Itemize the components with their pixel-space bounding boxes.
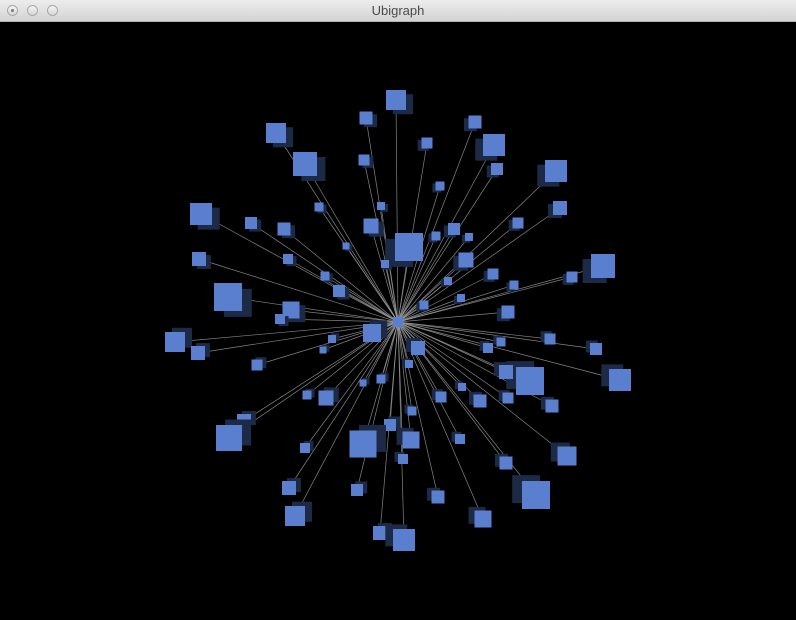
graph-node[interactable] xyxy=(508,217,524,231)
graph-node[interactable] xyxy=(494,453,513,470)
graph-node[interactable] xyxy=(468,506,492,528)
graph-node[interactable] xyxy=(266,123,293,148)
graph-node[interactable] xyxy=(300,440,314,453)
graph-viewport xyxy=(165,90,631,551)
graph-node[interactable] xyxy=(463,115,482,132)
graph-edge xyxy=(356,321,399,491)
node-layer xyxy=(165,90,631,551)
app-window: Ubigraph xyxy=(0,0,796,620)
graph-node[interactable] xyxy=(328,333,339,343)
graph-node[interactable] xyxy=(431,389,447,403)
graph-node[interactable] xyxy=(394,451,409,464)
graph-node[interactable] xyxy=(358,154,374,168)
graph-node[interactable] xyxy=(496,305,515,322)
graph-node[interactable] xyxy=(282,478,301,495)
graph-node[interactable] xyxy=(251,357,267,371)
graph-node[interactable] xyxy=(359,111,378,128)
graph-node[interactable] xyxy=(285,501,312,526)
graph-edge xyxy=(304,163,399,323)
graph-node[interactable] xyxy=(293,152,326,182)
graph-node[interactable] xyxy=(550,442,577,466)
graph-edge xyxy=(395,99,399,323)
graph-node[interactable] xyxy=(540,396,559,413)
graph-node[interactable] xyxy=(402,358,413,368)
graph-node[interactable] xyxy=(406,338,425,355)
graph-node[interactable] xyxy=(318,387,339,406)
graph-node[interactable] xyxy=(165,327,192,352)
graph-node[interactable] xyxy=(363,320,388,342)
graph-node[interactable] xyxy=(385,233,423,267)
graph-node[interactable] xyxy=(385,524,415,551)
window-title: Ubigraph xyxy=(371,3,425,18)
graph-node[interactable] xyxy=(342,242,353,252)
graph-edge xyxy=(397,276,573,323)
graph-hub-node[interactable] xyxy=(393,317,403,327)
graph-node[interactable] xyxy=(540,331,556,345)
graph-node[interactable] xyxy=(319,344,330,354)
graph-node[interactable] xyxy=(562,271,578,285)
graph-node[interactable] xyxy=(468,391,487,408)
graph-node[interactable] xyxy=(283,254,297,267)
graph-node[interactable] xyxy=(396,427,420,449)
graph-node[interactable] xyxy=(548,201,567,218)
graph-node[interactable] xyxy=(416,300,429,312)
graph-node[interactable] xyxy=(582,254,615,284)
graph-node[interactable] xyxy=(302,388,315,400)
graph-node[interactable] xyxy=(245,217,262,232)
graph-node[interactable] xyxy=(585,340,602,355)
graph-node[interactable] xyxy=(498,390,514,404)
graph-node[interactable] xyxy=(417,137,433,151)
graph-node[interactable] xyxy=(601,364,631,391)
graph-node[interactable] xyxy=(191,343,210,360)
graph-node[interactable] xyxy=(479,340,494,353)
graph-node[interactable] xyxy=(451,431,466,444)
graph-node[interactable] xyxy=(443,223,460,238)
graph-node[interactable] xyxy=(190,203,220,230)
graph-node[interactable] xyxy=(192,252,211,269)
graph-node[interactable] xyxy=(404,404,417,416)
graph-node[interactable] xyxy=(277,222,296,239)
graph-edge xyxy=(288,321,399,489)
graph-node[interactable] xyxy=(483,268,499,282)
graph-edge xyxy=(397,297,462,323)
graph-node[interactable] xyxy=(537,160,567,187)
graph-node[interactable] xyxy=(455,381,466,391)
graph-node[interactable] xyxy=(363,218,384,237)
graph-node[interactable] xyxy=(475,134,505,161)
graph-node[interactable] xyxy=(216,419,252,451)
graph-node[interactable] xyxy=(432,181,445,193)
graph-node[interactable] xyxy=(454,294,465,304)
graph-node[interactable] xyxy=(351,481,368,496)
graph-canvas[interactable] xyxy=(0,23,796,620)
graph-node[interactable] xyxy=(493,335,506,347)
graph-node[interactable] xyxy=(453,252,474,271)
graph-node[interactable] xyxy=(486,163,503,178)
graph-edge xyxy=(397,121,476,323)
graph-node[interactable] xyxy=(359,377,370,387)
graph-node[interactable] xyxy=(426,487,445,504)
graph-node[interactable] xyxy=(376,372,389,384)
graph-node[interactable] xyxy=(349,424,386,458)
graph-node[interactable] xyxy=(512,475,550,509)
graph-node[interactable] xyxy=(214,283,252,317)
graph-node[interactable] xyxy=(462,233,473,243)
graph-node[interactable] xyxy=(377,202,388,212)
graph-node[interactable] xyxy=(428,231,441,243)
graph-edge xyxy=(294,321,399,517)
graph-node[interactable] xyxy=(386,90,413,115)
title-bar[interactable]: Ubigraph xyxy=(0,0,796,22)
graph-node[interactable] xyxy=(314,202,327,214)
